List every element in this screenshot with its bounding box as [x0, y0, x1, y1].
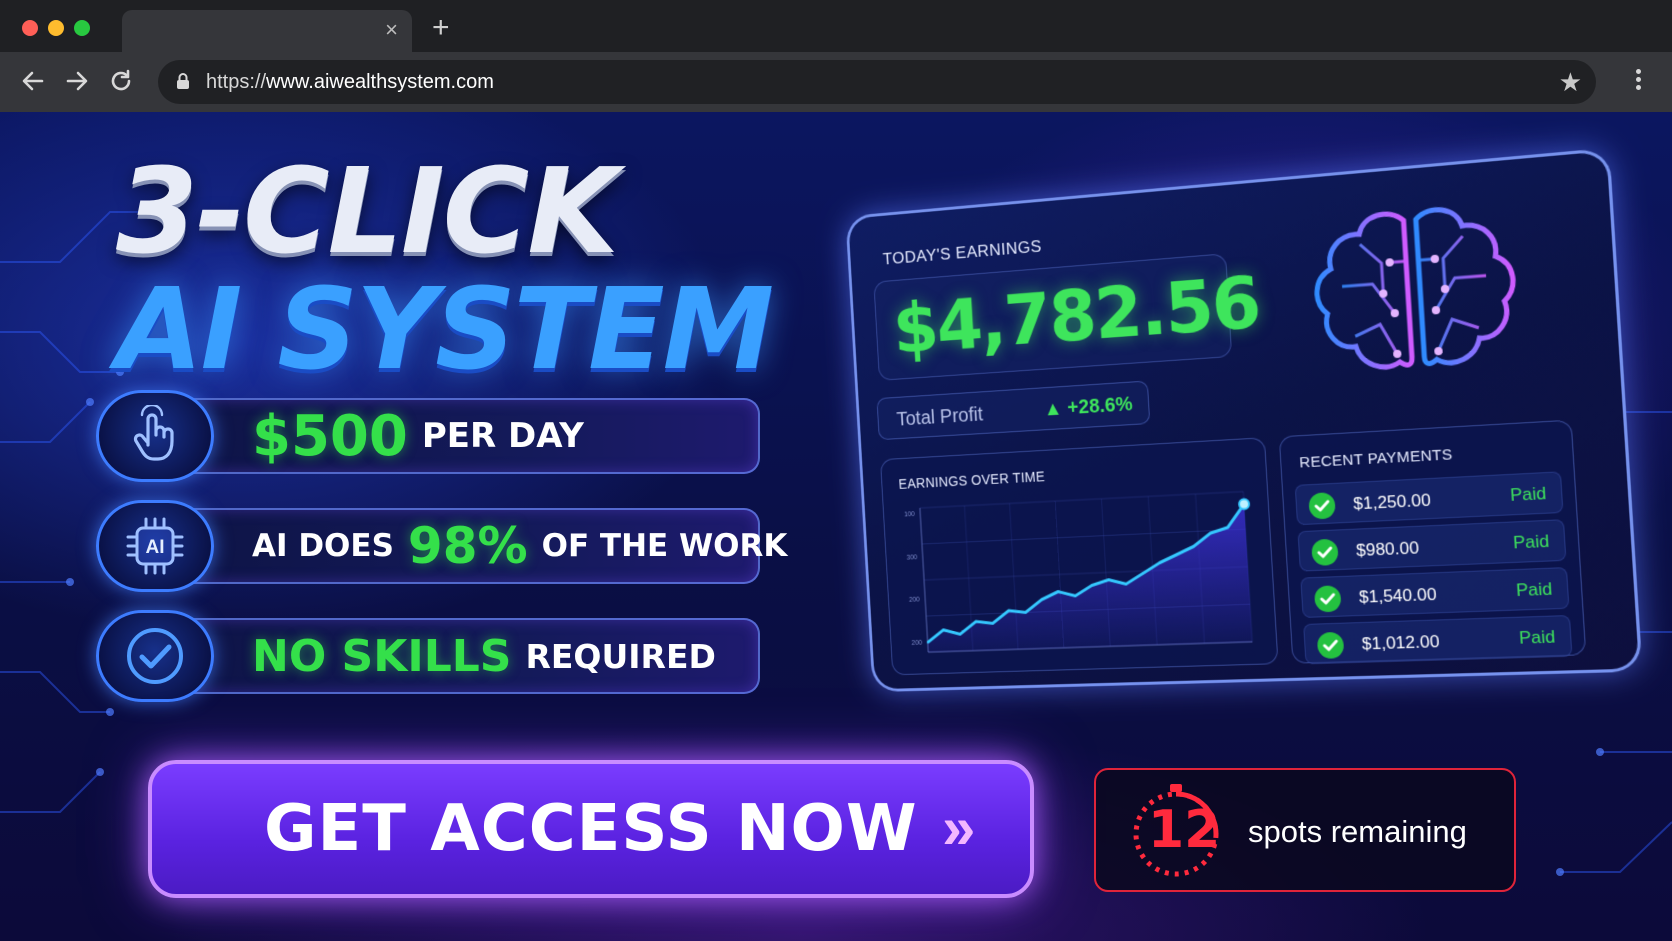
- feature-label: PER DAY: [421, 416, 584, 456]
- check-icon: [1313, 585, 1342, 613]
- chart-gridline: [920, 492, 1243, 508]
- profit-box: Total Profit ▲ +28.6%: [876, 380, 1151, 441]
- spots-count: 12: [1148, 800, 1221, 860]
- profit-change: ▲ +28.6%: [1043, 393, 1134, 421]
- payment-row: $1,012.00 Paid: [1303, 614, 1573, 665]
- payment-amount: $1,250.00: [1352, 490, 1432, 514]
- window-controls: [22, 20, 90, 36]
- feature-text: AI DOES 98% OF THE WORK: [252, 510, 787, 582]
- browser-tab[interactable]: ×: [122, 10, 412, 52]
- feature-highlight: $500: [252, 403, 408, 469]
- payment-amount: $980.00: [1355, 538, 1420, 561]
- payment-amount: $1,540.00: [1358, 584, 1438, 607]
- close-icon[interactable]: ×: [385, 18, 398, 42]
- feature-pre: AI DOES: [252, 528, 394, 564]
- feature-earnings: $500 PER DAY: [96, 390, 760, 482]
- payment-status: Paid: [1518, 626, 1556, 648]
- profit-label: Total Profit: [896, 403, 984, 431]
- earnings-box: $4,782.56: [873, 253, 1262, 381]
- lock-icon: [177, 73, 189, 89]
- chart-gridline: [922, 529, 1246, 544]
- payment-row: $980.00 Paid: [1297, 519, 1567, 572]
- back-icon[interactable]: [18, 66, 48, 96]
- headline-line-2: AI SYSTEM: [116, 265, 774, 395]
- browser-toolbar: https://www.aiwealthsystem.com ★: [0, 52, 1672, 112]
- payment-status: Paid: [1515, 579, 1553, 601]
- address-bar[interactable]: https://www.aiwealthsystem.com ★: [158, 60, 1596, 104]
- feature-label: REQUIRED: [525, 636, 716, 676]
- earnings-chart-card: EARNINGS OVER TIME 100 300 200 200: [879, 437, 1279, 676]
- check-icon: [1311, 538, 1339, 567]
- check-icon: [1316, 631, 1345, 659]
- check-icon: [1308, 492, 1336, 520]
- maximize-window-button[interactable]: [74, 20, 90, 36]
- star-icon[interactable]: ★: [1559, 67, 1582, 98]
- feature-text: NO SKILLS REQUIRED: [252, 620, 716, 692]
- close-window-button[interactable]: [22, 20, 38, 36]
- headline-line-1: 3-CLICK: [116, 142, 619, 280]
- chart-tick-label: 300: [907, 554, 918, 561]
- url-scheme: https://: [206, 71, 267, 93]
- chart-tick-label: 200: [909, 597, 920, 604]
- reload-icon[interactable]: [106, 66, 136, 96]
- chart-tick-label: 100: [904, 511, 915, 518]
- forward-icon[interactable]: [62, 66, 92, 96]
- browser-tabbar: × +: [0, 0, 1672, 52]
- new-tab-button[interactable]: +: [432, 12, 450, 44]
- feature-highlight: 98%: [407, 517, 528, 575]
- minimize-window-button[interactable]: [48, 20, 64, 36]
- feature-ai-work: AI AI DOES 98% OF THE WORK: [96, 500, 787, 592]
- earnings-value: $4,782.56: [890, 259, 1262, 370]
- feature-post: OF THE WORK: [541, 528, 788, 564]
- spots-label: spots remaining: [1248, 814, 1467, 849]
- check-circle-icon: [96, 610, 214, 702]
- get-access-button[interactable]: GET ACCESS NOW »: [148, 760, 1034, 898]
- feature-text: $500 PER DAY: [252, 400, 584, 472]
- brain-icon: [1297, 190, 1537, 421]
- chart-tick-label: 200: [911, 640, 922, 647]
- earnings-label: TODAY'S EARNINGS: [882, 236, 1043, 269]
- payment-status: Paid: [1512, 531, 1550, 553]
- recent-payments-card: RECENT PAYMENTS $1,250.00 Paid $980.00 P…: [1278, 419, 1587, 665]
- payment-amount: $1,012.00: [1361, 631, 1441, 654]
- double-chevron-icon: »: [942, 794, 976, 861]
- ai-chip-icon: AI: [96, 500, 214, 592]
- hero-headline: 3-CLICK AI SYSTEM: [116, 142, 774, 395]
- chart-endpoint: [1239, 499, 1249, 509]
- payment-status: Paid: [1509, 483, 1547, 505]
- url-text[interactable]: https://www.aiwealthsystem.com: [206, 71, 494, 94]
- spots-remaining-badge: 12 spots remaining: [1094, 768, 1516, 892]
- menu-icon[interactable]: [1628, 66, 1648, 96]
- chart-title: EARNINGS OVER TIME: [898, 468, 1046, 492]
- hand-pointer-icon: [96, 390, 214, 482]
- feature-highlight: NO SKILLS: [252, 630, 512, 682]
- url-host: www.aiwealthsystem.com: [266, 71, 494, 93]
- chip-label: AI: [146, 537, 165, 558]
- payments-title: RECENT PAYMENTS: [1298, 445, 1454, 472]
- payment-row: $1,250.00 Paid: [1294, 471, 1564, 526]
- dashboard-panel: TODAY'S EARNINGS $4,782.56 Total Profit …: [845, 147, 1643, 693]
- earnings-chart: 100 300 200 200: [904, 479, 1271, 667]
- payment-row: $1,540.00 Paid: [1300, 567, 1570, 618]
- earnings-dashboard: TODAY'S EARNINGS $4,782.56 Total Profit …: [842, 112, 1665, 702]
- landing-page: 3-CLICK AI SYSTEM $500 PER DAY AI AI DOE…: [0, 112, 1672, 941]
- feature-no-skills: NO SKILLS REQUIRED: [96, 610, 760, 702]
- cta-label: GET ACCESS NOW: [264, 792, 918, 866]
